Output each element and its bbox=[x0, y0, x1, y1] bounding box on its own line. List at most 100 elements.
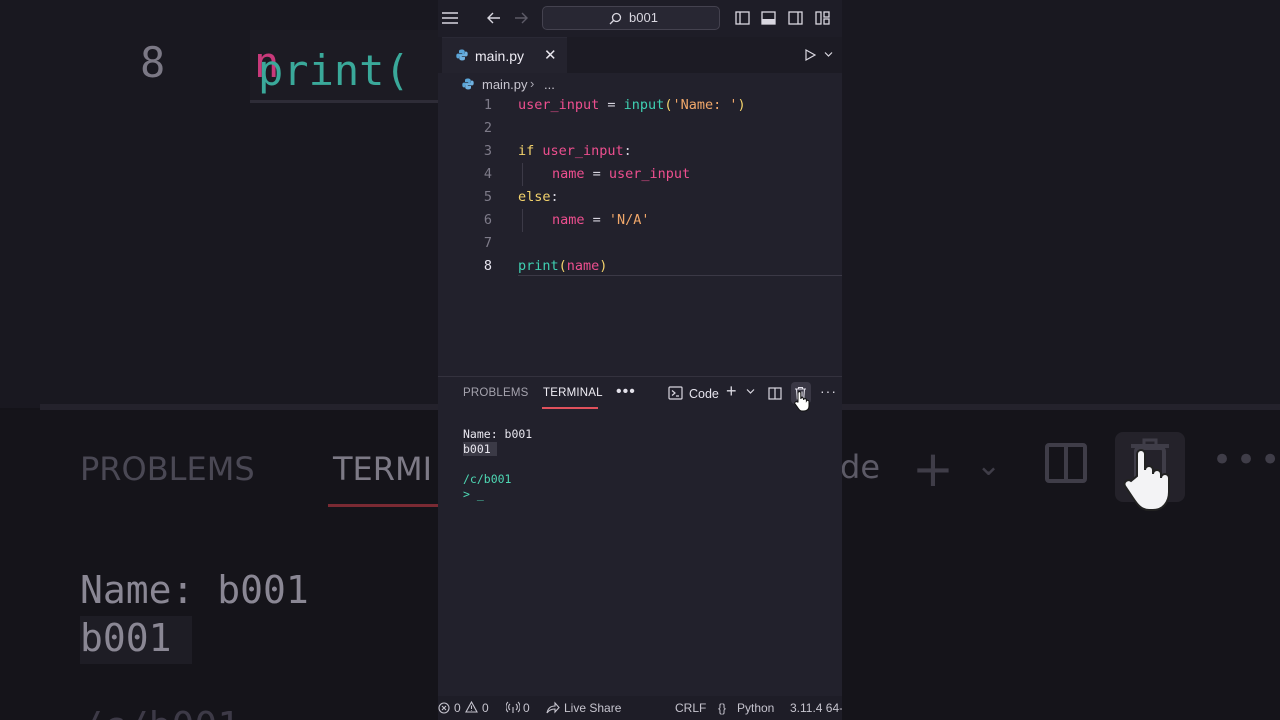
live-share-icon[interactable] bbox=[546, 701, 560, 714]
code-line-current: 8 print(name) bbox=[438, 255, 842, 278]
panel-more-tabs-icon[interactable]: ••• bbox=[616, 383, 636, 401]
indent-guide bbox=[522, 163, 523, 186]
background-output-line: /c/b001 bbox=[80, 704, 240, 720]
editor-window: b001 main.py ✕ main.py › ... 1 user_inpu… bbox=[438, 0, 842, 720]
ports-antenna-icon[interactable] bbox=[506, 701, 520, 714]
search-icon bbox=[609, 12, 622, 25]
new-terminal-plus-icon[interactable]: + bbox=[726, 381, 737, 402]
tab-problems[interactable]: PROBLEMS bbox=[463, 387, 529, 399]
terminal-profile-label[interactable]: Code bbox=[689, 387, 719, 401]
live-share-label[interactable]: Live Share bbox=[564, 701, 621, 715]
warning-icon[interactable] bbox=[465, 701, 478, 713]
close-tab-icon[interactable]: ✕ bbox=[544, 46, 557, 64]
line-number: 3 bbox=[483, 143, 492, 159]
token-variable: name bbox=[552, 166, 585, 182]
token-function: input bbox=[623, 97, 665, 113]
token-paren: ) bbox=[599, 258, 608, 274]
token-variable: user_input bbox=[534, 143, 624, 159]
line-content: if user_input: bbox=[518, 140, 632, 163]
background-problems-tab: PROBLEMS bbox=[80, 450, 255, 488]
toggle-primary-sidebar-icon[interactable] bbox=[735, 11, 750, 25]
warning-count[interactable]: 0 bbox=[482, 701, 489, 715]
token-operator: = bbox=[584, 212, 609, 228]
language-braces-icon[interactable]: {} bbox=[718, 701, 726, 715]
code-line: 6 name = 'N/A' bbox=[438, 209, 842, 232]
line-number: 8 bbox=[483, 258, 492, 274]
code-line: 4 name = user_input bbox=[438, 163, 842, 186]
customize-layout-icon[interactable] bbox=[815, 11, 830, 25]
token-string: 'Name: ' bbox=[672, 97, 738, 113]
terminal-line-selected: b001 bbox=[463, 442, 497, 457]
error-icon[interactable] bbox=[438, 702, 450, 714]
token-colon: : bbox=[623, 143, 632, 159]
toggle-secondary-sidebar-icon[interactable] bbox=[788, 11, 803, 25]
background-terminal-tab: TERMI bbox=[333, 450, 433, 488]
tab-terminal[interactable]: TERMINAL bbox=[543, 387, 603, 399]
token-function: print bbox=[518, 258, 559, 274]
split-terminal-icon[interactable] bbox=[768, 387, 782, 400]
background-trash-icon bbox=[1123, 438, 1170, 511]
background-code-label: de bbox=[840, 448, 880, 486]
terminal-prompt: > _ bbox=[463, 487, 484, 501]
toggle-panel-icon[interactable] bbox=[761, 11, 776, 25]
token-keyword: if bbox=[518, 143, 535, 159]
line-content: print(name) bbox=[518, 255, 607, 278]
background-trash-highlight bbox=[1115, 432, 1185, 511]
token-variable: name bbox=[566, 258, 600, 274]
line-number: 7 bbox=[483, 235, 492, 251]
error-count[interactable]: 0 bbox=[454, 701, 461, 715]
code-line: 1 user_input = input('Name: ') bbox=[438, 94, 842, 117]
language-mode[interactable]: Python bbox=[737, 701, 774, 715]
breadcrumb-file[interactable]: main.py bbox=[482, 77, 528, 92]
line-number: 6 bbox=[483, 212, 492, 228]
background-output-line: b001 bbox=[80, 616, 192, 664]
terminal-line: Name: b001 bbox=[463, 427, 533, 441]
line-number: 1 bbox=[483, 97, 492, 113]
background-more-icon: ••• bbox=[1212, 440, 1280, 480]
terminal-selection: b001 bbox=[463, 442, 497, 456]
token-string: 'N/A' bbox=[608, 212, 650, 228]
code-line: 2 bbox=[438, 117, 842, 140]
background-terminal-underline bbox=[328, 504, 438, 507]
line-content: user_input = input('Name: ') bbox=[518, 94, 746, 117]
line-content: name = 'N/A' bbox=[552, 209, 650, 232]
eol-indicator[interactable]: CRLF bbox=[675, 701, 706, 715]
line-content: name = user_input bbox=[552, 163, 690, 186]
terminal-dropdown-chevron-icon[interactable] bbox=[746, 388, 755, 395]
run-icon[interactable] bbox=[804, 49, 816, 61]
active-tab-underline bbox=[542, 407, 598, 409]
code-line: 7 bbox=[438, 232, 842, 255]
run-dropdown-chevron-icon[interactable] bbox=[824, 51, 833, 58]
line-content: else: bbox=[518, 186, 559, 209]
search-text: b001 bbox=[629, 10, 658, 25]
menu-icon[interactable] bbox=[441, 11, 459, 25]
ports-count[interactable]: 0 bbox=[523, 701, 530, 715]
python-file-icon bbox=[456, 49, 468, 61]
line-number: 4 bbox=[483, 166, 492, 182]
terminal-profile-icon bbox=[668, 386, 683, 400]
token-operator: = bbox=[584, 166, 609, 182]
panel-actions-more-icon[interactable]: ··· bbox=[820, 383, 837, 399]
code-line: 5 else: bbox=[438, 186, 842, 209]
back-arrow-icon[interactable] bbox=[487, 12, 501, 24]
token-paren: ) bbox=[737, 97, 746, 113]
command-center-search[interactable]: b001 bbox=[542, 6, 720, 30]
title-bar: b001 bbox=[438, 0, 842, 37]
terminal-cwd: /c/b001 bbox=[463, 472, 512, 486]
token-variable: user_input bbox=[518, 97, 600, 113]
code-line: 3 if user_input: bbox=[438, 140, 842, 163]
background-plus-icon: + bbox=[912, 440, 954, 498]
editor-tab-bar: main.py ✕ bbox=[438, 37, 842, 73]
token-keyword: else bbox=[518, 189, 551, 205]
breadcrumb-more[interactable]: ... bbox=[544, 77, 555, 92]
token-variable: user_input bbox=[608, 166, 691, 182]
line-number: 2 bbox=[483, 120, 492, 136]
tab-main-py[interactable]: main.py ✕ bbox=[442, 37, 567, 73]
line-number: 5 bbox=[483, 189, 492, 205]
breadcrumb-chevron-icon: › bbox=[530, 76, 535, 91]
python-file-icon bbox=[462, 78, 474, 90]
bottom-panel: PROBLEMS TERMINAL ••• Code + ··· Name: b… bbox=[438, 376, 842, 697]
interpreter-version[interactable]: 3.11.4 64- bbox=[790, 701, 842, 715]
background-chevron-icon: ⌄ bbox=[976, 448, 1002, 483]
forward-arrow-icon[interactable] bbox=[514, 12, 528, 24]
